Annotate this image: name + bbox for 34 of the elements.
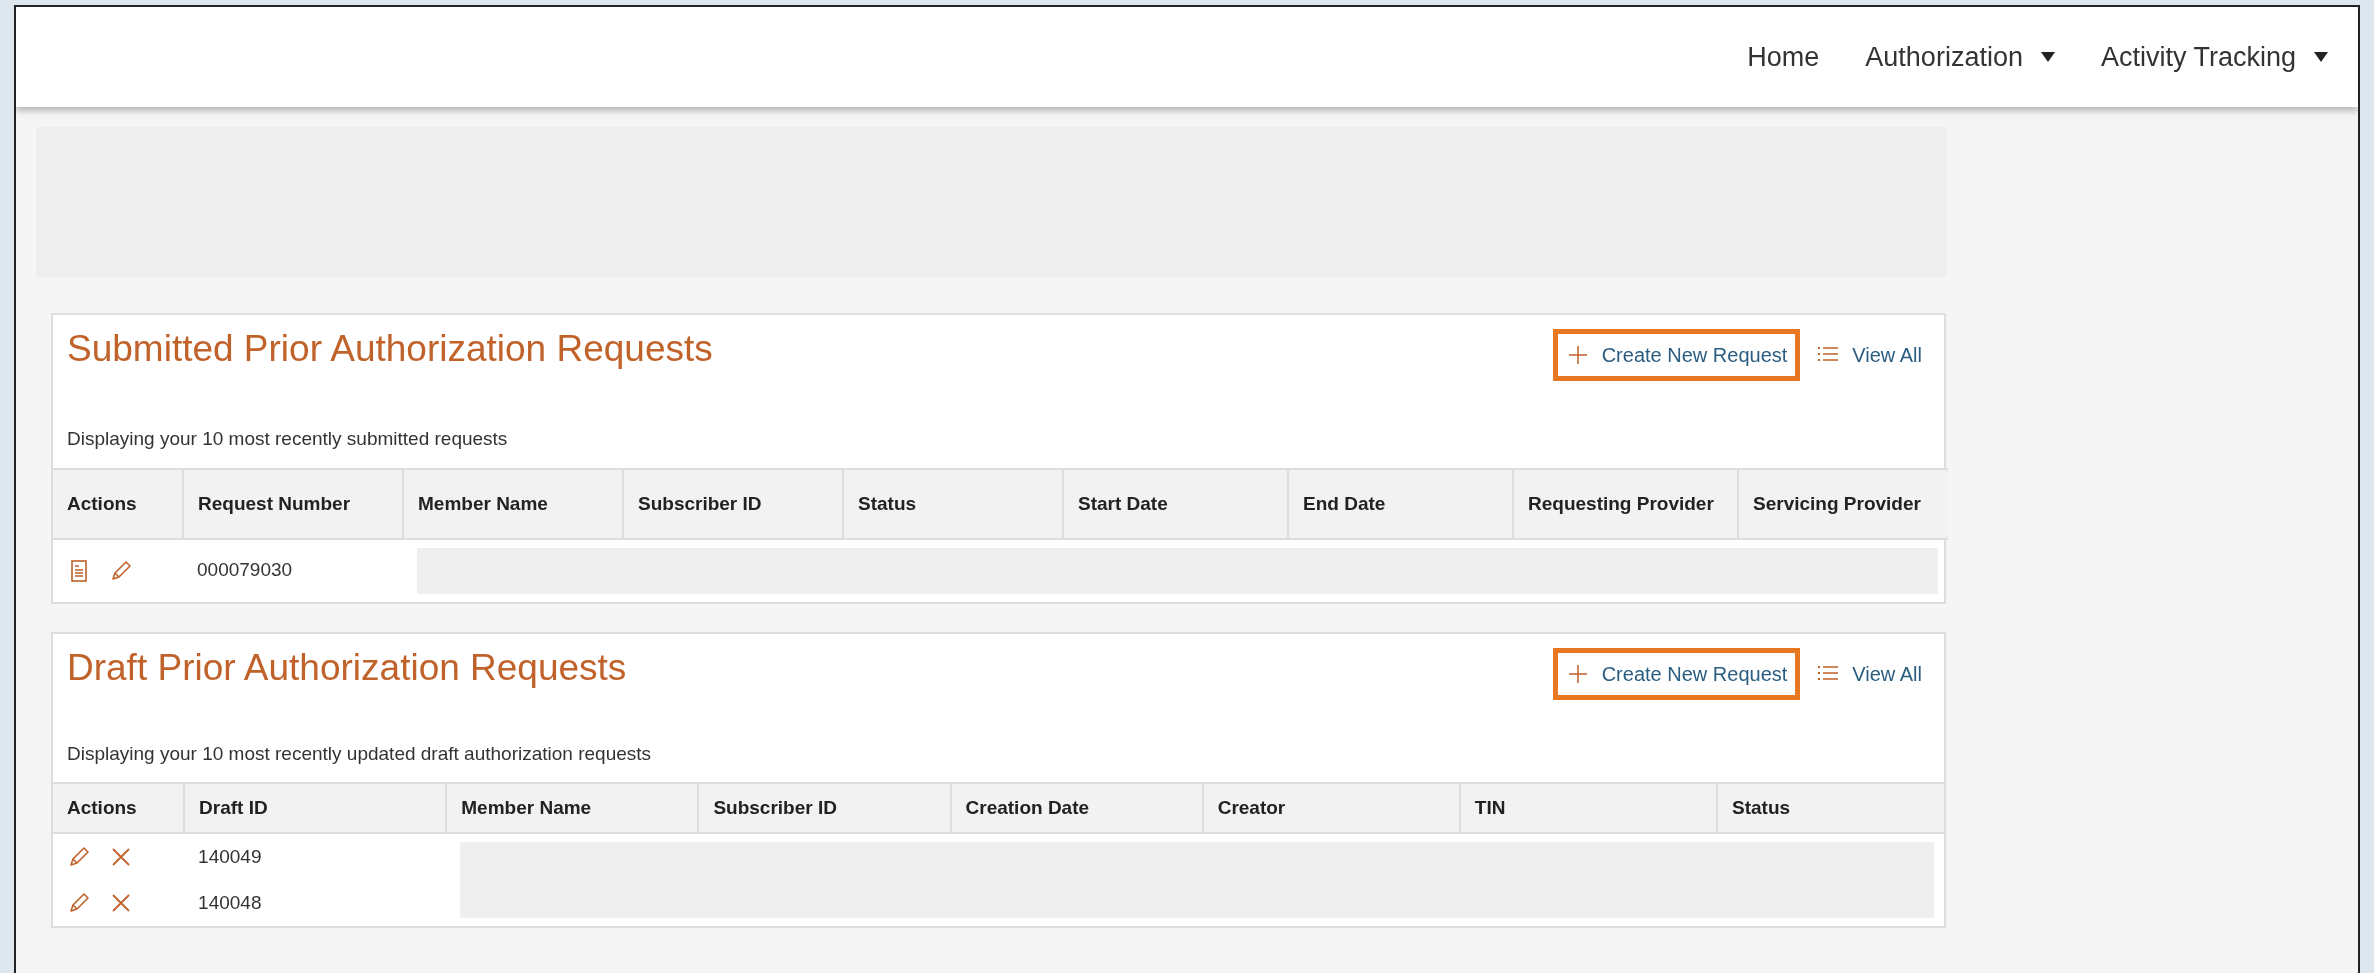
column-header: Member Name bbox=[403, 468, 623, 539]
panel-description: Displaying your 10 most recently updated draft authorization requests bbox=[66, 741, 653, 766]
table-cell: 140049 bbox=[184, 833, 447, 880]
table-cell: 000079030 bbox=[183, 538, 403, 602]
pencil-icon bbox=[109, 558, 133, 583]
column-header: Subscriber ID bbox=[623, 468, 843, 539]
column-header: Actions bbox=[53, 783, 185, 833]
column-header: Actions bbox=[53, 468, 183, 539]
panel-title: Submitted Prior Authorization Requests bbox=[67, 329, 713, 370]
column-header: Start Date bbox=[1063, 468, 1288, 539]
nav-link[interactable]: Home bbox=[1747, 36, 1820, 78]
pencil-icon bbox=[67, 890, 91, 915]
column-header: Creator bbox=[1202, 783, 1460, 833]
table-cell-text: 140048 bbox=[197, 890, 263, 915]
column-header: Subscriber ID bbox=[698, 783, 951, 833]
column-header: Creation Date bbox=[950, 783, 1203, 833]
create-request-link[interactable]: Create New Request bbox=[1552, 647, 1801, 700]
panel-title: Draft Prior Authorization Requests bbox=[67, 647, 627, 689]
view-all-link[interactable]: View All bbox=[1808, 652, 1930, 695]
column-header: Member Name bbox=[446, 783, 699, 833]
view-all-link[interactable]: View All bbox=[1808, 334, 1930, 376]
column-header: TIN bbox=[1459, 783, 1717, 833]
column-header: Requesting Provider bbox=[1513, 468, 1738, 539]
create-request-link[interactable]: Create New Request bbox=[1552, 329, 1801, 381]
column-header: Status bbox=[843, 468, 1063, 539]
column-header: Servicing Provider bbox=[1738, 468, 1948, 539]
column-header: Status bbox=[1717, 783, 1944, 833]
nav-link[interactable]: Activity Tracking bbox=[2100, 36, 2328, 78]
panel-description: Displaying your 10 most recently submitted requests bbox=[66, 427, 509, 451]
nav-link[interactable]: Authorization bbox=[1865, 36, 2055, 78]
column-header: Draft ID bbox=[184, 783, 447, 833]
column-header: End Date bbox=[1288, 468, 1513, 539]
pencil-icon bbox=[67, 844, 91, 869]
column-header: Request Number bbox=[183, 468, 403, 539]
